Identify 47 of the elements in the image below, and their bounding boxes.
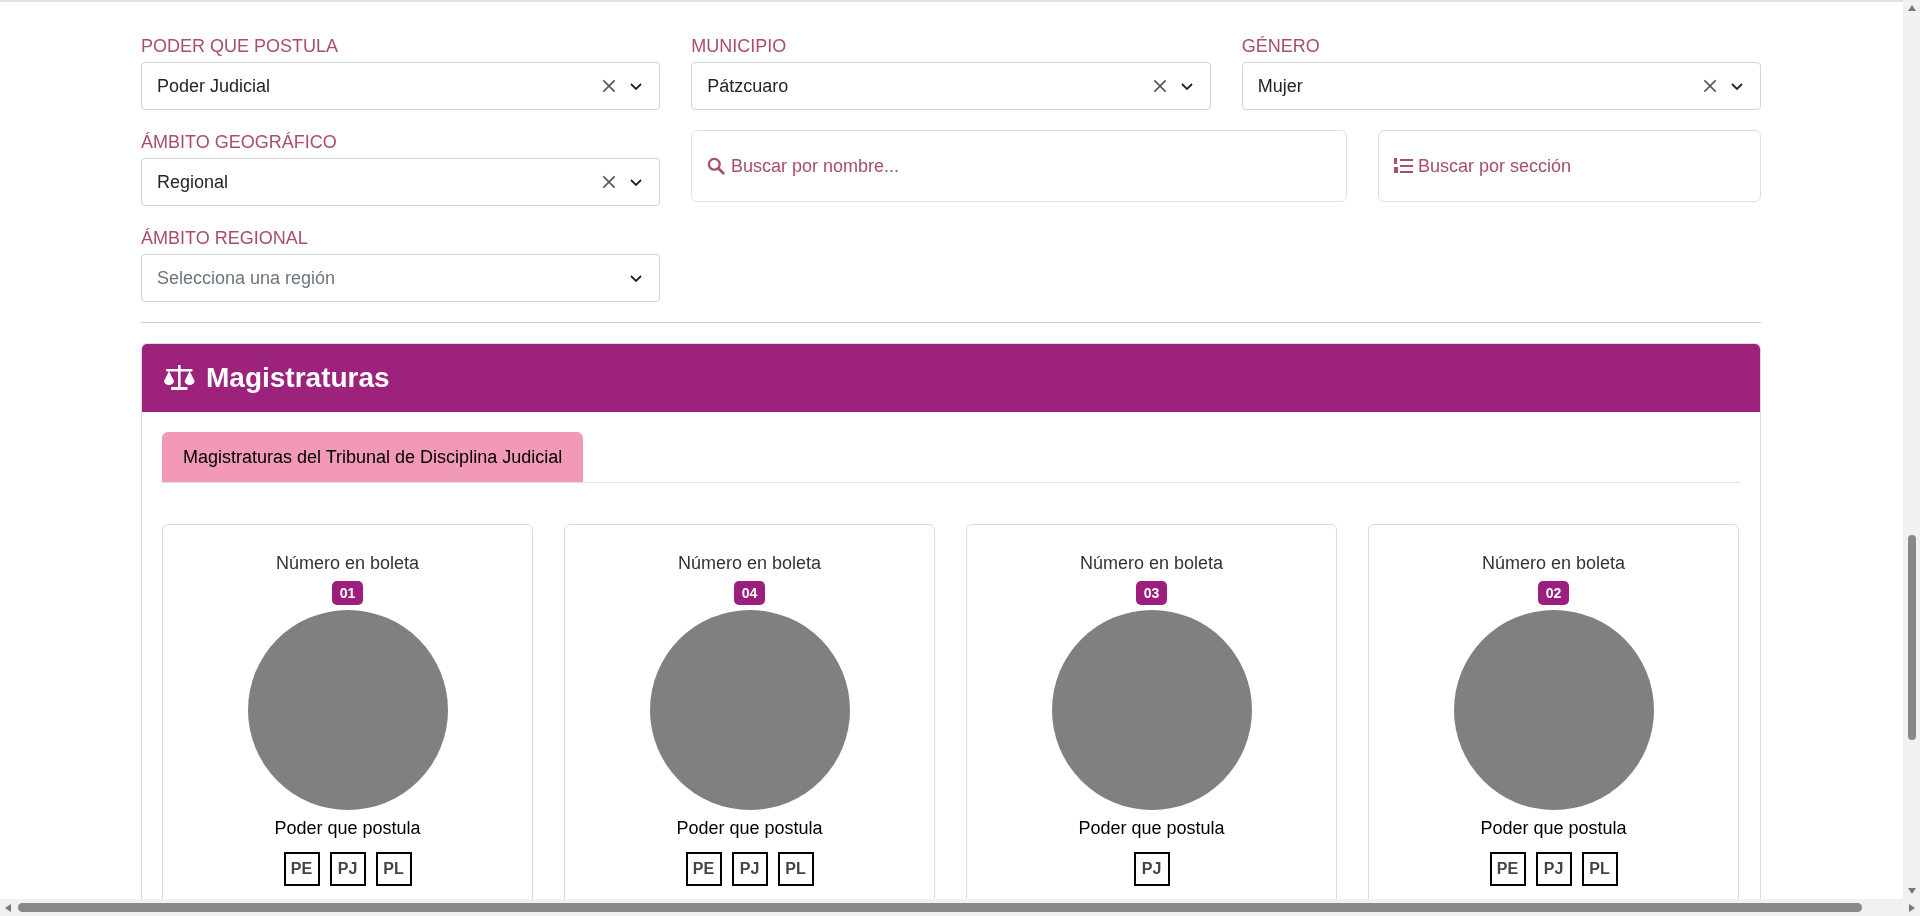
power-tag: PL (777, 852, 814, 886)
power-tag: PJ (329, 852, 366, 886)
search-icon (707, 157, 725, 175)
select-field[interactable]: Selecciona una región (141, 254, 660, 302)
filter-label: PODER QUE POSTULA (141, 35, 340, 58)
scales-icon (162, 363, 196, 393)
clear-icon[interactable] (1701, 77, 1719, 95)
scrollbar-thumb[interactable] (1907, 535, 1916, 740)
filter-label: GÉNERO (1241, 35, 1321, 58)
power-tag: PL (1581, 852, 1618, 886)
select-field[interactable]: Poder Judicial (141, 62, 661, 110)
scroll-left-icon[interactable] (4, 902, 12, 913)
power-tag: PE (283, 852, 320, 886)
scrollbar-thumb[interactable] (18, 903, 1862, 912)
ballot-number-label: Número en boleta (677, 552, 822, 575)
scroll-right-icon[interactable] (1908, 902, 1916, 913)
scroll-down-icon[interactable] (1906, 887, 1917, 895)
power-tag: PL (375, 852, 412, 886)
power-label: Poder que postula (1480, 817, 1627, 840)
scroll-up-icon[interactable] (1906, 4, 1917, 12)
filter-label: ÁMBITO REGIONAL (141, 227, 309, 250)
power-label: Poder que postula (274, 817, 421, 840)
select-field[interactable]: Pátzcuaro (691, 62, 1211, 110)
ballot-number-label: Número en boleta (1079, 552, 1224, 575)
ballot-number: 03 (1135, 581, 1168, 605)
filter-label: ÁMBITO GEOGRÁFICO (141, 131, 338, 154)
ballot-number-label: Número en boleta (1481, 552, 1626, 575)
panel-title: Magistraturas (206, 361, 390, 395)
ballot-number: 02 (1537, 581, 1570, 605)
ballot-number-label: Número en boleta (275, 552, 420, 575)
power-tag: PJ (1133, 852, 1170, 886)
power-tag: PJ (731, 852, 768, 886)
power-label: Poder que postula (676, 817, 823, 840)
select-field[interactable]: Regional (141, 158, 660, 206)
search-field[interactable]: Buscar por nombre... (691, 130, 1347, 202)
numbered-list-icon (1394, 157, 1414, 175)
power-tag: PJ (1535, 852, 1572, 886)
select-field[interactable]: Mujer (1241, 62, 1761, 110)
filter-label: MUNICIPIO (691, 35, 788, 58)
power-label: Poder que postula (1078, 817, 1225, 840)
tab[interactable]: Magistraturas del Tribunal de Disciplina Judicial (162, 432, 584, 482)
ballot-number: 04 (733, 581, 766, 605)
clear-icon[interactable] (600, 173, 618, 191)
section-search-button[interactable]: Buscar por sección (1378, 130, 1761, 202)
power-tag: PE (1489, 852, 1526, 886)
power-tag: PE (685, 852, 722, 886)
ballot-number: 01 (331, 581, 364, 605)
